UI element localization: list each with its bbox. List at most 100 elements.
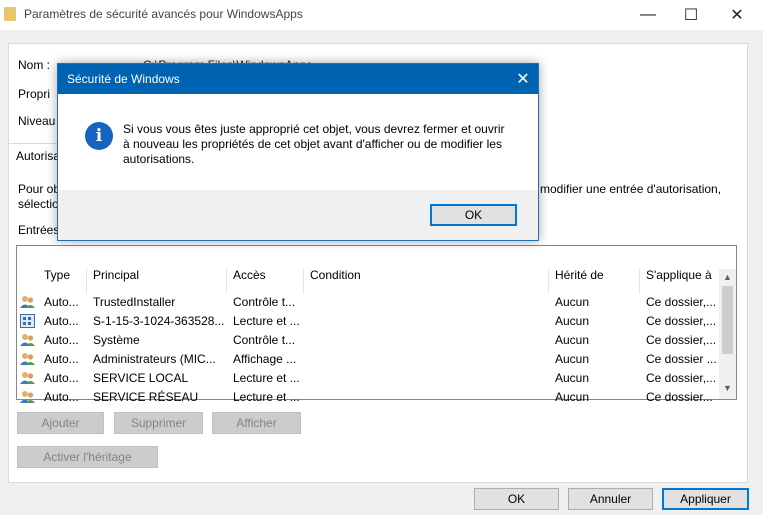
package-icon [20,314,35,328]
add-button-label: Ajouter [41,416,80,430]
cancel-button-label: Annuler [589,492,632,506]
view-button[interactable]: Afficher [212,412,301,434]
view-button-label: Afficher [236,416,277,430]
ok-button[interactable]: OK [474,488,559,510]
dialog-message: Si vous vous êtes juste approprié cet ob… [123,122,518,167]
apply-button-label: Appliquer [680,492,731,506]
maximize-icon: ☐ [683,7,699,24]
column-header-type[interactable]: Type [44,268,70,282]
dialog-message-line-2: à nouveau les propriétés de cet objet av… [123,137,502,151]
column-header-access[interactable]: Accès [233,268,266,282]
cell-applies: Ce dossier,... [646,295,716,309]
dialog-message-line-1: Si vous vous êtes juste approprié cet ob… [123,122,505,136]
minimize-icon: — [640,6,656,23]
enable-inheritance-button-label: Activer l'héritage [43,450,132,464]
scroll-down-arrow-icon[interactable]: ▼ [719,383,736,399]
cell-type: Auto... [44,352,79,366]
user-group-icon [20,390,35,404]
folder-icon [4,7,16,21]
cell-type: Auto... [44,314,79,328]
window-titlebar: Paramètres de sécurité avancés pour Wind… [0,0,763,30]
dialog-close-button[interactable]: ✕ [510,66,536,92]
table-row[interactable]: Auto... Administrateurs (MIC... Affichage … [17,350,717,369]
scrollbar-thumb[interactable] [722,286,733,354]
cell-type: Auto... [44,295,79,309]
info-icon: i [85,122,113,150]
owner-label: Propri [18,87,51,101]
enable-inheritance-button[interactable]: Activer l'héritage [17,446,158,468]
add-button[interactable]: Ajouter [17,412,104,434]
cell-type: Auto... [44,390,79,404]
tab-permissions[interactable]: Autorisations [8,143,60,167]
cell-principal: S-1-15-3-1024-363528... [93,314,225,328]
window-title: Paramètres de sécurité avancés pour Wind… [24,7,303,21]
minimize-button[interactable]: — [625,0,671,30]
cell-inherited: Aucun [555,371,590,385]
entries-label: Entrées [18,223,60,237]
column-divider[interactable] [86,268,87,294]
cell-applies: Ce dossier,... [646,314,716,328]
column-header-principal-label: Principal [93,268,140,282]
cell-principal: SERVICE RÉSEAU [93,390,199,404]
column-divider[interactable] [226,268,227,294]
remove-button-label: Supprimer [130,416,187,430]
cell-access: Contrôle t... [233,295,296,309]
info-icon-glyph: i [95,126,103,146]
cell-inherited: Aucun [555,314,590,328]
column-header-access-label: Accès [233,268,266,282]
cell-inherited: Aucun [555,390,590,404]
column-divider[interactable] [548,268,549,294]
dialog-ok-button-label: OK [464,208,483,222]
table-row[interactable]: Auto... S-1-15-3-1024-363528... Lecture et… [17,312,717,331]
column-header-condition[interactable]: Condition [310,268,361,282]
name-label: Nom : [18,58,51,72]
cell-principal: SERVICE LOCAL [93,371,189,385]
user-group-icon [20,333,35,347]
column-header-condition-label: Condition [310,268,361,282]
cell-inherited: Aucun [555,295,590,309]
user-group-icon [20,295,35,309]
column-header-inherited-from[interactable]: Hérité de [555,268,604,282]
description-text-right: modifier une entrée d'autorisation, [540,182,722,196]
advanced-security-window: Paramètres de sécurité avancés pour Wind… [0,0,763,515]
column-header-applies-to-label: S'applique à [646,268,712,282]
dialog-message-line-3: autorisations. [123,152,195,166]
dialog-titlebar: Sécurité de Windows ✕ [58,64,538,94]
dialog-footer: OK [58,190,538,240]
column-header-inherited-from-label: Hérité de [555,268,604,282]
cell-access: Contrôle t... [233,333,296,347]
remove-button[interactable]: Supprimer [114,412,203,434]
cell-principal: TrustedInstaller [93,295,176,309]
cell-access: Lecture et ... [233,390,300,404]
tab-permissions-label: Autorisations [16,149,59,163]
close-icon: ✕ [516,71,530,88]
cell-access: Lecture et ... [233,314,300,328]
cell-applies: Ce dossier ... [646,352,716,366]
cell-inherited: Aucun [555,352,590,366]
integrity-level-label: Niveau [18,114,56,128]
description-text-1: Pour ob [18,182,61,196]
apply-button[interactable]: Appliquer [662,488,749,510]
cell-inherited: Aucun [555,333,590,347]
table-row[interactable]: Auto... TrustedInstaller Contrôle t... Aucu… [17,293,717,312]
cell-type: Auto... [44,371,79,385]
cancel-button[interactable]: Annuler [568,488,653,510]
table-row[interactable]: Auto... SERVICE LOCAL Lecture et ... Aucun C… [17,369,717,388]
user-group-icon [20,371,35,385]
dialog-title: Sécurité de Windows [67,72,180,86]
column-divider[interactable] [639,268,640,294]
cell-access: Lecture et ... [233,371,300,385]
cell-access: Affichage ... [233,352,297,366]
column-divider[interactable] [303,268,304,294]
close-button[interactable]: ✕ [714,0,760,30]
table-row[interactable]: Auto... Système Contrôle t... Aucun Ce dossi… [17,331,717,350]
dialog-ok-button[interactable]: OK [430,204,517,226]
maximize-button[interactable]: ☐ [668,0,714,30]
cell-applies: Ce dossier,... [646,333,716,347]
table-row[interactable]: Auto... SERVICE RÉSEAU Lecture et ... Aucun… [17,388,717,407]
windows-security-dialog: Sécurité de Windows ✕ i Si vous vous ête… [57,63,539,241]
column-header-principal[interactable]: Principal [93,268,139,282]
description-text-2: sélectio [18,197,59,211]
column-header-applies-to[interactable]: S'applique à [646,268,712,282]
close-icon: ✕ [730,7,744,24]
